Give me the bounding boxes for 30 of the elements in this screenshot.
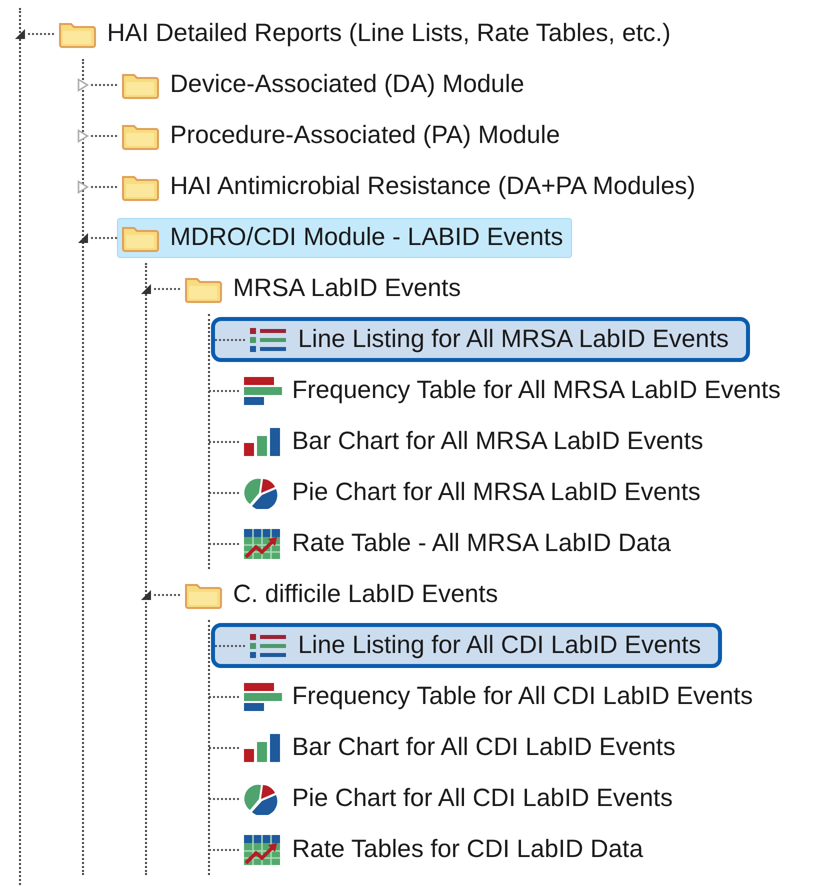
tree-item[interactable]: Frequency Table for All CDI LabID Events bbox=[239, 676, 762, 716]
tree-item[interactable]: Pie Chart for All CDI LabID Events bbox=[239, 778, 682, 820]
horizontal-bar-icon bbox=[242, 376, 282, 406]
tree-item[interactable]: Rate Tables for CDI LabID Data bbox=[239, 828, 652, 870]
tree-item[interactable]: C. difficile LabID Events bbox=[180, 574, 507, 614]
tree-item[interactable]: HAI Detailed Reports (Line Lists, Rate Tables, etc.) bbox=[54, 14, 680, 54]
expanded-triangle-icon[interactable] bbox=[140, 588, 152, 600]
collapsed-triangle-icon[interactable] bbox=[77, 128, 89, 142]
collapsed-triangle-icon[interactable] bbox=[77, 180, 89, 194]
rate-table-icon bbox=[242, 528, 282, 560]
tree-item[interactable]: Procedure-Associated (PA) Module bbox=[117, 116, 569, 156]
tree-item[interactable]: Device-Associated (DA) Module bbox=[117, 64, 534, 104]
collapsed-triangle-icon[interactable] bbox=[77, 78, 89, 92]
tree-item[interactable]: Pie Chart for All MRSA LabID Events bbox=[239, 472, 710, 514]
tree-item[interactable]: Line Listing for All CDI LabID Events bbox=[245, 626, 710, 666]
tree-item[interactable]: HAI Antimicrobial Resistance (DA+PA Modules) bbox=[117, 166, 704, 206]
tree-item[interactable]: Line Listing for All MRSA LabID Events bbox=[245, 320, 738, 360]
tree-item[interactable]: MRSA LabID Events bbox=[180, 268, 470, 308]
expanded-triangle-icon[interactable] bbox=[14, 28, 26, 40]
tree-item[interactable]: Frequency Table for All MRSA LabID Events bbox=[239, 370, 790, 410]
tree-item[interactable]: Bar Chart for All CDI LabID Events bbox=[239, 728, 684, 768]
horizontal-bar-icon bbox=[242, 682, 282, 712]
bar-chart-icon bbox=[242, 426, 282, 456]
rate-table-icon bbox=[242, 834, 282, 866]
tree-item[interactable]: Bar Chart for All MRSA LabID Events bbox=[239, 422, 712, 462]
bar-chart-icon bbox=[242, 732, 282, 762]
expanded-triangle-icon[interactable] bbox=[140, 282, 152, 294]
tree-item[interactable]: Rate Table - All MRSA LabID Data bbox=[239, 522, 680, 564]
tree-item[interactable]: MDRO/CDI Module - LABID Events bbox=[117, 218, 572, 258]
expanded-triangle-icon[interactable] bbox=[77, 232, 89, 244]
